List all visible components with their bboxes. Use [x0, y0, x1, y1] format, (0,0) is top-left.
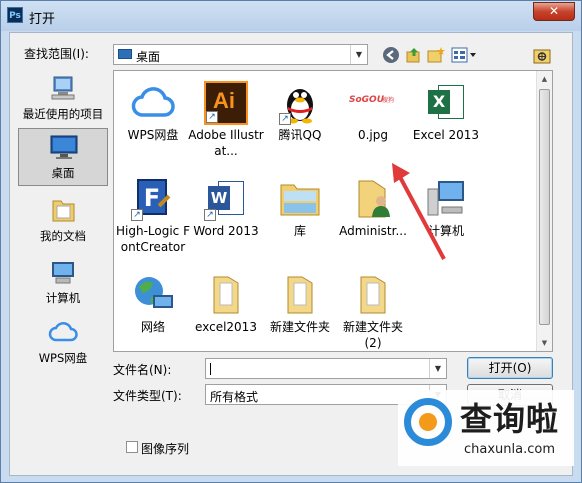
view-menu-icon[interactable]: [451, 46, 477, 64]
place-label: 桌面: [51, 166, 75, 180]
cloud-icon: [131, 87, 175, 117]
file-item-new-folder[interactable]: 新建文件夹: [261, 267, 339, 351]
file-type-label: 文件类型(T):: [113, 389, 182, 403]
computer-icon: [52, 262, 74, 284]
new-folder-icon[interactable]: [427, 46, 445, 64]
scrollbar-thumb[interactable]: [539, 89, 550, 325]
window-title: 打开: [29, 12, 56, 27]
libraries-folder-icon: [280, 184, 320, 216]
red-annotation-arrow: [392, 163, 446, 260]
file-item-qq[interactable]: ↗ 腾讯QQ: [261, 75, 339, 159]
file-name: 腾讯QQ: [278, 128, 322, 142]
shortcut-arrow-icon: ↗: [131, 209, 143, 221]
cloud-icon: [48, 322, 78, 342]
file-name: 新建文件夹: [269, 320, 330, 334]
scroll-up-arrow-icon[interactable]: ▲: [537, 71, 552, 87]
file-name: 新建文件夹 (2): [342, 320, 403, 350]
watermark-url: chaxunla.com: [464, 442, 555, 457]
file-name-label: 文件名(N):: [113, 363, 172, 377]
place-label: 最近使用的项目: [22, 107, 104, 121]
chevron-down-icon[interactable]: ▼: [350, 45, 367, 64]
bridge-folder-icon[interactable]: [533, 46, 551, 64]
image-sequence-label: 图像序列: [141, 442, 190, 456]
file-list[interactable]: WPS网盘 Ai ↗ Adobe Illustrat... ↗ 腾讯QQ SoG…: [113, 70, 553, 352]
file-item-excel[interactable]: X Excel 2013: [407, 75, 485, 159]
text-caret: [210, 363, 211, 375]
file-item-jpg[interactable]: SoGOU 搜狗 0.jpg: [334, 75, 412, 159]
look-in-dropdown[interactable]: 桌面 ▼: [113, 44, 368, 65]
file-name: excel2013: [195, 320, 257, 334]
file-name: 网络: [140, 320, 165, 334]
photoshop-app-icon: Ps: [7, 7, 23, 23]
up-folder-icon[interactable]: [405, 46, 423, 64]
file-item-new-folder-2[interactable]: 新建文件夹 (2): [334, 267, 412, 351]
image-sequence-checkbox[interactable]: [126, 441, 138, 453]
file-name: WPS网盘: [127, 128, 179, 142]
file-item-network[interactable]: 网络: [114, 267, 192, 351]
word-app-icon: W ↗: [204, 177, 248, 221]
documents-folder-icon: [52, 200, 75, 222]
place-recent[interactable]: 最近使用的项目: [18, 70, 108, 126]
back-icon[interactable]: [382, 46, 400, 64]
desktop-icon: [50, 135, 78, 159]
file-item-fontcreator[interactable]: F ↗ High-Logic FontCreator: [114, 171, 192, 255]
recent-items-icon: [51, 76, 75, 100]
vertical-scrollbar[interactable]: ▲ ▼: [536, 71, 552, 351]
place-label: 我的文档: [40, 229, 86, 243]
file-item-libraries[interactable]: 库: [261, 171, 339, 255]
shortcut-arrow-icon: ↗: [206, 111, 218, 123]
fontcreator-app-icon: F ↗: [131, 177, 175, 221]
file-item-illustrator[interactable]: Ai ↗ Adobe Illustrat...: [187, 75, 265, 159]
look-in-label: 查找范围(I):: [24, 47, 89, 61]
place-wps-drive[interactable]: WPS网盘: [18, 314, 108, 370]
image-thumbnail-icon: SoGOU 搜狗: [349, 81, 395, 125]
excel-app-icon: X: [424, 81, 468, 125]
place-label: 计算机: [45, 291, 81, 305]
look-in-value: 桌面: [136, 50, 161, 64]
watermark-brand: 查询啦: [460, 400, 560, 438]
file-item-word[interactable]: W ↗ Word 2013: [187, 171, 265, 255]
file-name: High-Logic FontCreator: [116, 224, 190, 254]
file-name: 0.jpg: [357, 128, 389, 142]
place-desktop[interactable]: 桌面: [18, 128, 108, 186]
folder-icon: [213, 276, 239, 314]
scroll-down-arrow-icon[interactable]: ▼: [537, 335, 552, 351]
place-computer[interactable]: 计算机: [18, 254, 108, 310]
file-item-wps-drive[interactable]: WPS网盘: [114, 75, 192, 159]
title-bar[interactable]: Ps 打开 ✕: [1, 1, 581, 31]
places-bar: 最近使用的项目 桌面 我的文档 计算机 WPS网盘: [18, 70, 108, 370]
file-type-value: 所有格式: [210, 390, 259, 404]
file-name: Excel 2013: [412, 128, 480, 142]
folder-icon: [287, 276, 313, 314]
chaxunla-watermark: 查询啦 chaxunla.com: [398, 390, 574, 466]
folder-icon: [360, 276, 386, 314]
file-name: 库: [293, 224, 306, 238]
shortcut-arrow-icon: ↗: [279, 113, 291, 125]
place-label: WPS网盘: [38, 351, 88, 365]
file-name: Adobe Illustrat...: [188, 128, 264, 158]
close-button[interactable]: ✕: [533, 2, 575, 21]
file-name-input[interactable]: ▼: [205, 358, 447, 379]
file-name: Word 2013: [193, 224, 259, 238]
open-button[interactable]: 打开(O): [467, 357, 553, 379]
place-documents[interactable]: 我的文档: [18, 192, 108, 248]
file-item-excel2013-folder[interactable]: excel2013: [187, 267, 265, 351]
network-globe-icon: [135, 277, 173, 308]
shortcut-arrow-icon: ↗: [204, 209, 216, 221]
desktop-icon: [118, 49, 132, 59]
illustrator-app-icon: Ai ↗: [204, 81, 248, 125]
chevron-down-icon[interactable]: ▼: [429, 359, 446, 378]
watermark-logo-dot: [419, 413, 437, 431]
